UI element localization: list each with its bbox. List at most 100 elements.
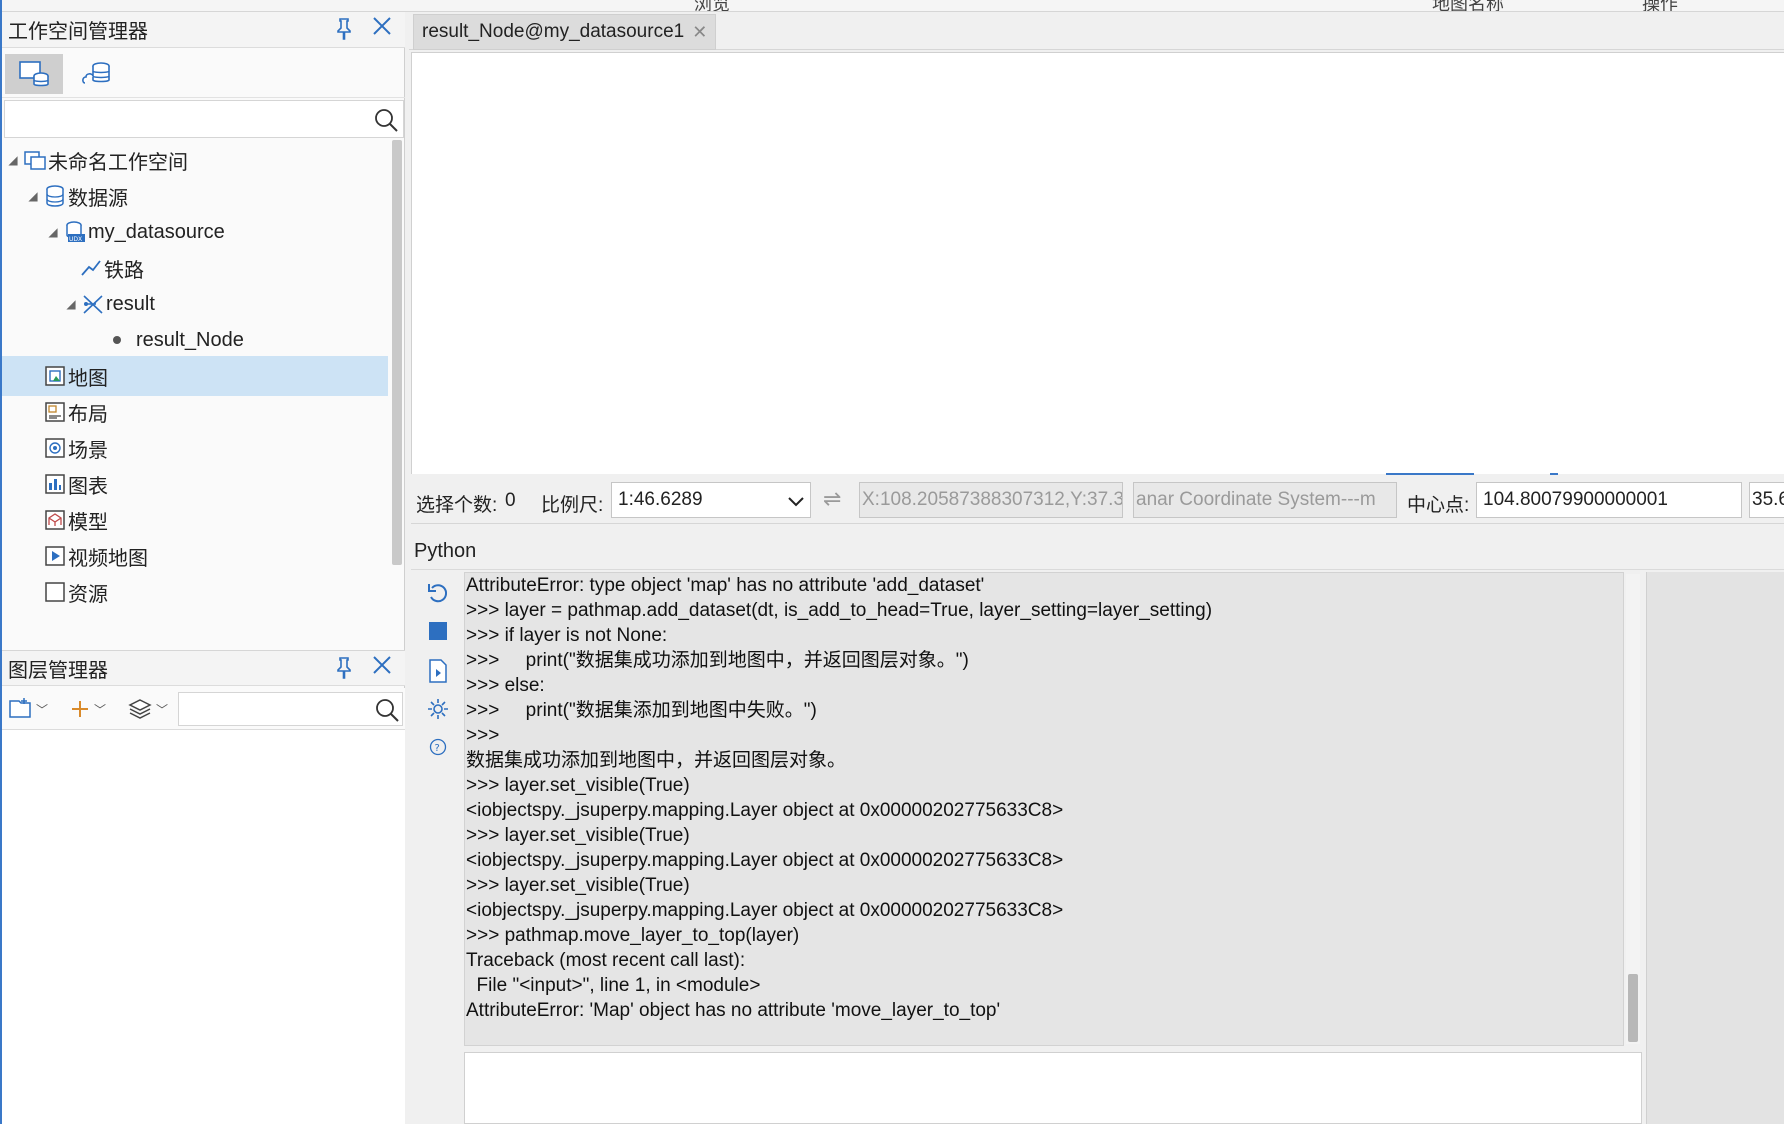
network-dataset-icon: [82, 293, 104, 315]
center-x-value: 104.80079900000001: [1483, 489, 1668, 510]
local-workspace-tab[interactable]: [5, 54, 63, 94]
layer-search-input[interactable]: [178, 692, 403, 726]
tree-item-datasources[interactable]: ◢ 数据源: [2, 176, 388, 216]
tree-item-label: 图表: [68, 475, 108, 498]
console-line: AttributeError: 'Map' object has no attr…: [466, 1000, 1001, 1021]
add-layer-button[interactable]: ﹀: [70, 694, 106, 724]
tree-item-charts[interactable]: 图表: [2, 464, 388, 504]
layer-list: [2, 730, 405, 1124]
expand-arrow-icon[interactable]: ◢: [26, 189, 40, 203]
workspace-search-input[interactable]: [4, 100, 404, 138]
console-line: >>> layer.set_visible(True): [466, 875, 690, 896]
console-line: >>> print("数据集添加到地图中失败。"): [466, 700, 817, 721]
settings-button[interactable]: [425, 696, 451, 722]
new-layer-group-button[interactable]: ﹀: [8, 694, 48, 724]
workspace-icon: [24, 149, 46, 171]
console-line: >>>: [466, 725, 500, 746]
swap-icon[interactable]: ⇌: [823, 486, 845, 512]
udx-datasource-icon: UDX: [64, 221, 86, 243]
svg-text:?: ?: [435, 743, 440, 754]
selection-count-label: 选择个数:: [416, 495, 498, 516]
console-line: >>> layer.set_visible(True): [466, 775, 690, 796]
map-feature-fragment: [1386, 473, 1474, 475]
python-console-output: AttributeError: type object 'map' has no…: [464, 572, 1624, 1046]
map-status-bar: 选择个数: 0 比例尺: 1:46.6289 ⇌ X:108.205873883…: [411, 476, 1784, 524]
search-icon[interactable]: [373, 107, 399, 133]
selection-count-value: 0: [505, 490, 516, 511]
cloud-database-icon: [82, 62, 110, 84]
expand-arrow-icon[interactable]: ◢: [46, 225, 60, 239]
workspace-manager-title: 工作空间管理器: [8, 21, 148, 43]
local-database-icon: [19, 61, 49, 87]
run-script-button[interactable]: [425, 658, 451, 684]
plus-icon: [72, 701, 88, 717]
scale-value: 1:46.6289: [618, 489, 703, 510]
console-line: <iobjectspy._jsuperpy.mapping.Layer obje…: [466, 850, 1064, 871]
workspace-toolbar: [2, 50, 405, 98]
tree-item-label: 布局: [68, 403, 108, 426]
chevron-down-icon: ﹀: [94, 702, 107, 717]
map-feature-fragment: [1550, 473, 1558, 475]
tree-item-label: 模型: [68, 511, 108, 534]
tree-item-layouts[interactable]: 布局: [2, 392, 388, 432]
reset-button[interactable]: [425, 580, 451, 606]
console-scrollbar-thumb[interactable]: [1628, 974, 1638, 1042]
tree-item-workspace[interactable]: ◢ 未命名工作空间: [2, 140, 388, 180]
tree-item-maps[interactable]: 地图: [2, 356, 388, 396]
tree-item-video-maps[interactable]: 视频地图: [2, 536, 388, 576]
chevron-down-icon: ﹀: [156, 702, 169, 717]
point-dataset-icon: [106, 329, 128, 351]
script-file-icon: [429, 659, 447, 683]
expand-arrow-icon[interactable]: ◢: [64, 297, 78, 311]
svg-text:UDX: UDX: [69, 236, 82, 243]
resources-icon: [44, 581, 66, 603]
map-canvas[interactable]: [411, 52, 1784, 475]
tree-item-my-datasource[interactable]: ◢ UDX my_datasource: [2, 212, 388, 252]
tree-scrollbar[interactable]: [392, 140, 402, 565]
coordinate-system-readout: anar Coordinate System---m: [1133, 482, 1397, 518]
center-x-input[interactable]: 104.80079900000001: [1476, 482, 1742, 518]
left-dock: 工作空间管理器 ◢ 未命名工作空间 ◢ 数据源 ◢ UDX my_datasou…: [2, 12, 405, 1124]
pin-icon[interactable]: [333, 18, 355, 42]
maps-icon: [44, 365, 66, 387]
console-line: >>> else:: [466, 675, 545, 696]
document-tab-bar: result_Node@my_datasource1 ✕: [409, 12, 1784, 50]
pin-icon[interactable]: [333, 657, 355, 681]
layer-manager-title: 图层管理器: [8, 659, 108, 682]
undo-icon: [428, 584, 448, 603]
layer-style-button[interactable]: ﹀: [128, 694, 168, 724]
center-y-input[interactable]: 35.6: [1749, 482, 1784, 518]
scale-label: 比例尺:: [541, 495, 604, 516]
tree-item-resources[interactable]: 资源: [2, 572, 388, 612]
console-line: 数据集成功添加到地图中，并返回图层对象。: [466, 750, 847, 771]
tree-item-result[interactable]: ◢ result: [2, 284, 388, 324]
line-dataset-icon: [80, 257, 102, 279]
console-line: File "<input>", line 1, in <module>: [466, 975, 761, 996]
help-button[interactable]: ?: [425, 734, 451, 760]
close-icon[interactable]: [369, 16, 395, 42]
new-layer-icon: [9, 698, 31, 718]
stop-button[interactable]: [425, 618, 451, 644]
top-strip: 浏览 地图名称 操作: [0, 0, 1784, 12]
top-strip-text-browse: 浏览: [694, 0, 730, 12]
tree-item-railway[interactable]: 铁路: [2, 248, 388, 288]
python-side-panel: [1646, 572, 1784, 1124]
tab-result-node-map[interactable]: result_Node@my_datasource1 ✕: [413, 14, 717, 50]
expand-arrow-icon[interactable]: ◢: [6, 153, 20, 167]
cloud-workspace-tab[interactable]: [68, 54, 126, 94]
tree-item-scenes[interactable]: 场景: [2, 428, 388, 468]
top-strip-text-map-name: 地图名称: [1432, 0, 1504, 12]
close-icon[interactable]: [369, 655, 395, 681]
console-line: <iobjectspy._jsuperpy.mapping.Layer obje…: [466, 900, 1064, 921]
tree-item-result-node[interactable]: result_Node: [2, 320, 388, 360]
python-command-input[interactable]: [464, 1052, 1642, 1124]
scale-select[interactable]: 1:46.6289: [611, 482, 811, 518]
chevron-down-icon[interactable]: [786, 491, 806, 511]
center-point-label: 中心点:: [1407, 495, 1470, 516]
layer-manager-toolbar: ﹀ ﹀ ﹀: [2, 688, 405, 730]
python-panel-header: Python: [411, 534, 1784, 570]
close-tab-icon[interactable]: ✕: [692, 22, 707, 43]
tree-item-models[interactable]: 模型: [2, 500, 388, 540]
console-line: >>> print("数据集成功添加到地图中，并返回图层对象。"): [466, 650, 969, 671]
search-icon[interactable]: [374, 697, 400, 723]
